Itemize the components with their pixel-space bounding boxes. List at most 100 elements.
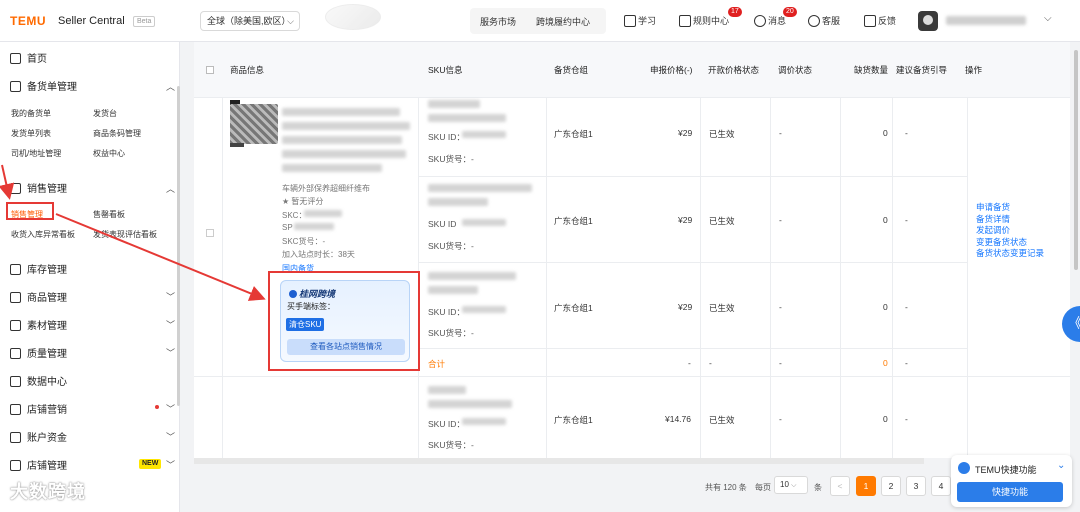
- sidebar-item-label: 首页: [27, 54, 47, 65]
- chevron-down-icon[interactable]: ﹀: [166, 402, 175, 415]
- chevron-down-icon: ⌵: [791, 482, 797, 489]
- page-2-button[interactable]: 2: [881, 476, 901, 496]
- nav-messages[interactable]: 消息: [754, 14, 786, 27]
- product-subtitle: 车辆外部保养超细纤维布: [282, 184, 370, 193]
- nav-center-group: 服务市场 跨境履约中心: [470, 8, 606, 34]
- nav-learn[interactable]: 学习: [624, 14, 656, 27]
- suggest: -: [905, 128, 908, 138]
- sidebar-item-orders[interactable]: 备货单管理: [10, 78, 77, 93]
- price: ¥29: [678, 215, 693, 225]
- page-size-select[interactable]: 10 ⌵: [774, 476, 808, 494]
- chevron-up-icon[interactable]: ︿: [166, 182, 175, 195]
- quick-function-button[interactable]: 快捷功能: [957, 482, 1063, 502]
- sidebar-item-label: 库存管理: [27, 265, 67, 276]
- sub-shipping-performance[interactable]: 发货表现评估看板: [93, 229, 157, 240]
- sub-receiving-anomaly[interactable]: 收货入库异常看板: [11, 229, 75, 240]
- chevron-down-icon[interactable]: ﹀: [166, 458, 175, 471]
- apply-stock-link[interactable]: 申请备货: [976, 202, 1044, 214]
- sku-spec-blurred: [428, 286, 478, 294]
- sidebar-item-data[interactable]: 数据中心: [10, 373, 67, 388]
- stock-icon: [10, 264, 21, 275]
- highlight-box: [268, 271, 420, 371]
- actions-column: 申请备货 备货详情 发起调价 变更备货状态 备货状态变更记录: [976, 202, 1044, 260]
- prev-page-button[interactable]: <: [830, 476, 850, 496]
- feedback-icon: [864, 15, 876, 27]
- region-select[interactable]: 全球（除美国,欧区） ⌵: [200, 11, 300, 31]
- price-status: 已生效: [709, 415, 735, 425]
- avatar[interactable]: [918, 11, 938, 31]
- shop-icon: [10, 460, 21, 471]
- highlight-box: [6, 202, 54, 220]
- change-status-link[interactable]: 变更备货状态: [976, 237, 1044, 249]
- page-4-button[interactable]: 4: [931, 476, 951, 496]
- divider: [418, 176, 967, 177]
- chevron-down-icon[interactable]: ⌵: [1044, 13, 1052, 24]
- stock: 0: [883, 215, 888, 225]
- table-header: 商品信息 SKU信息 备货仓组 申报价格(-) 开款价格状态 调价状态 缺货数量…: [194, 42, 1070, 98]
- temu-logo[interactable]: TEMU: [10, 14, 46, 28]
- stock-detail-link[interactable]: 备货详情: [976, 214, 1044, 226]
- vertical-scrollbar[interactable]: [1072, 42, 1080, 458]
- th-actions: 操作: [965, 65, 983, 75]
- page-3-button[interactable]: 3: [906, 476, 926, 496]
- price-adjust-link[interactable]: 发起调价: [976, 225, 1044, 237]
- row-checkbox[interactable]: [206, 229, 214, 237]
- product-image[interactable]: [230, 104, 278, 144]
- chevron-down-icon[interactable]: ﹀: [166, 290, 175, 303]
- horizontal-scrollbar[interactable]: [194, 458, 924, 464]
- sidebar-item-label: 备货单管理: [27, 82, 77, 93]
- sidebar-item-label: 商品管理: [27, 293, 67, 304]
- status-log-link[interactable]: 备货状态变更记录: [976, 248, 1044, 260]
- collapse-icon[interactable]: ⌄: [1057, 460, 1065, 471]
- chevron-down-icon[interactable]: ﹀: [166, 318, 175, 331]
- sidebar-item-marketing[interactable]: 店铺营销: [10, 401, 67, 416]
- total-label: 合计: [428, 359, 446, 369]
- sku-id: SKU ID：: [428, 419, 465, 429]
- sidebar-item-shop[interactable]: 店铺管理: [10, 457, 67, 472]
- sku-id-blurred: [462, 418, 506, 425]
- sku-spec-blurred: [428, 386, 466, 394]
- suggest: -: [905, 302, 908, 312]
- sidebar-item-stock[interactable]: 库存管理: [10, 261, 67, 276]
- skc-blurred: [304, 210, 342, 217]
- nav-feedback[interactable]: 反馈: [864, 14, 896, 27]
- chevron-down-icon[interactable]: ﹀: [166, 346, 175, 359]
- warehouse: 广东仓组1: [554, 303, 593, 313]
- page-1-button[interactable]: 1: [856, 476, 876, 496]
- chevron-up-icon[interactable]: ︿: [166, 80, 175, 93]
- nav-learn-label: 学习: [638, 16, 657, 26]
- sku-id: SKU ID：: [428, 132, 465, 142]
- product-title-blurred: [282, 164, 382, 172]
- per-page-label: 每页: [755, 483, 771, 492]
- sub-driver-address[interactable]: 司机/地址管理: [11, 148, 61, 159]
- nav-rules[interactable]: 规则中心: [679, 14, 729, 27]
- divider: [222, 98, 223, 458]
- product-title-blurred: [282, 122, 410, 130]
- sales-icon: [10, 183, 21, 194]
- sidebar-item-label: 质量管理: [27, 349, 67, 360]
- nav-fulfillment-center[interactable]: 跨境履约中心: [536, 15, 590, 28]
- sidebar-item-wallet[interactable]: 账户资金: [10, 429, 67, 444]
- sidebar-item-goods[interactable]: 商品管理: [10, 289, 67, 304]
- chevron-down-icon[interactable]: ﹀: [166, 430, 175, 443]
- sub-my-orders[interactable]: 我的备货单: [11, 108, 51, 119]
- sub-barcode[interactable]: 商品条码管理: [93, 128, 141, 139]
- total-stock: 0: [883, 358, 888, 368]
- sub-soldout-board[interactable]: 售罄看板: [93, 209, 125, 220]
- sub-shipping-list[interactable]: 发货单列表: [11, 128, 51, 139]
- sidebar-item-sales[interactable]: 销售管理: [10, 180, 67, 195]
- nav-service-label: 客服: [822, 16, 841, 26]
- book-icon: [624, 15, 636, 27]
- scroll-thumb[interactable]: [1074, 50, 1078, 270]
- nav-service-market[interactable]: 服务市场: [480, 15, 516, 28]
- select-all-checkbox[interactable]: [206, 66, 214, 74]
- sidebar-item-material[interactable]: 素材管理: [10, 317, 67, 332]
- sidebar-item-home[interactable]: 首页: [10, 50, 47, 65]
- sidebar-item-quality[interactable]: 质量管理: [10, 345, 67, 360]
- nav-service[interactable]: 客服: [808, 14, 840, 27]
- suggest: -: [905, 215, 908, 225]
- sku-spec-blurred: [428, 198, 488, 206]
- sub-shipping-desk[interactable]: 发货台: [93, 108, 117, 119]
- sidebar-scrollbar[interactable]: [177, 86, 180, 406]
- sub-benefits[interactable]: 权益中心: [93, 148, 125, 159]
